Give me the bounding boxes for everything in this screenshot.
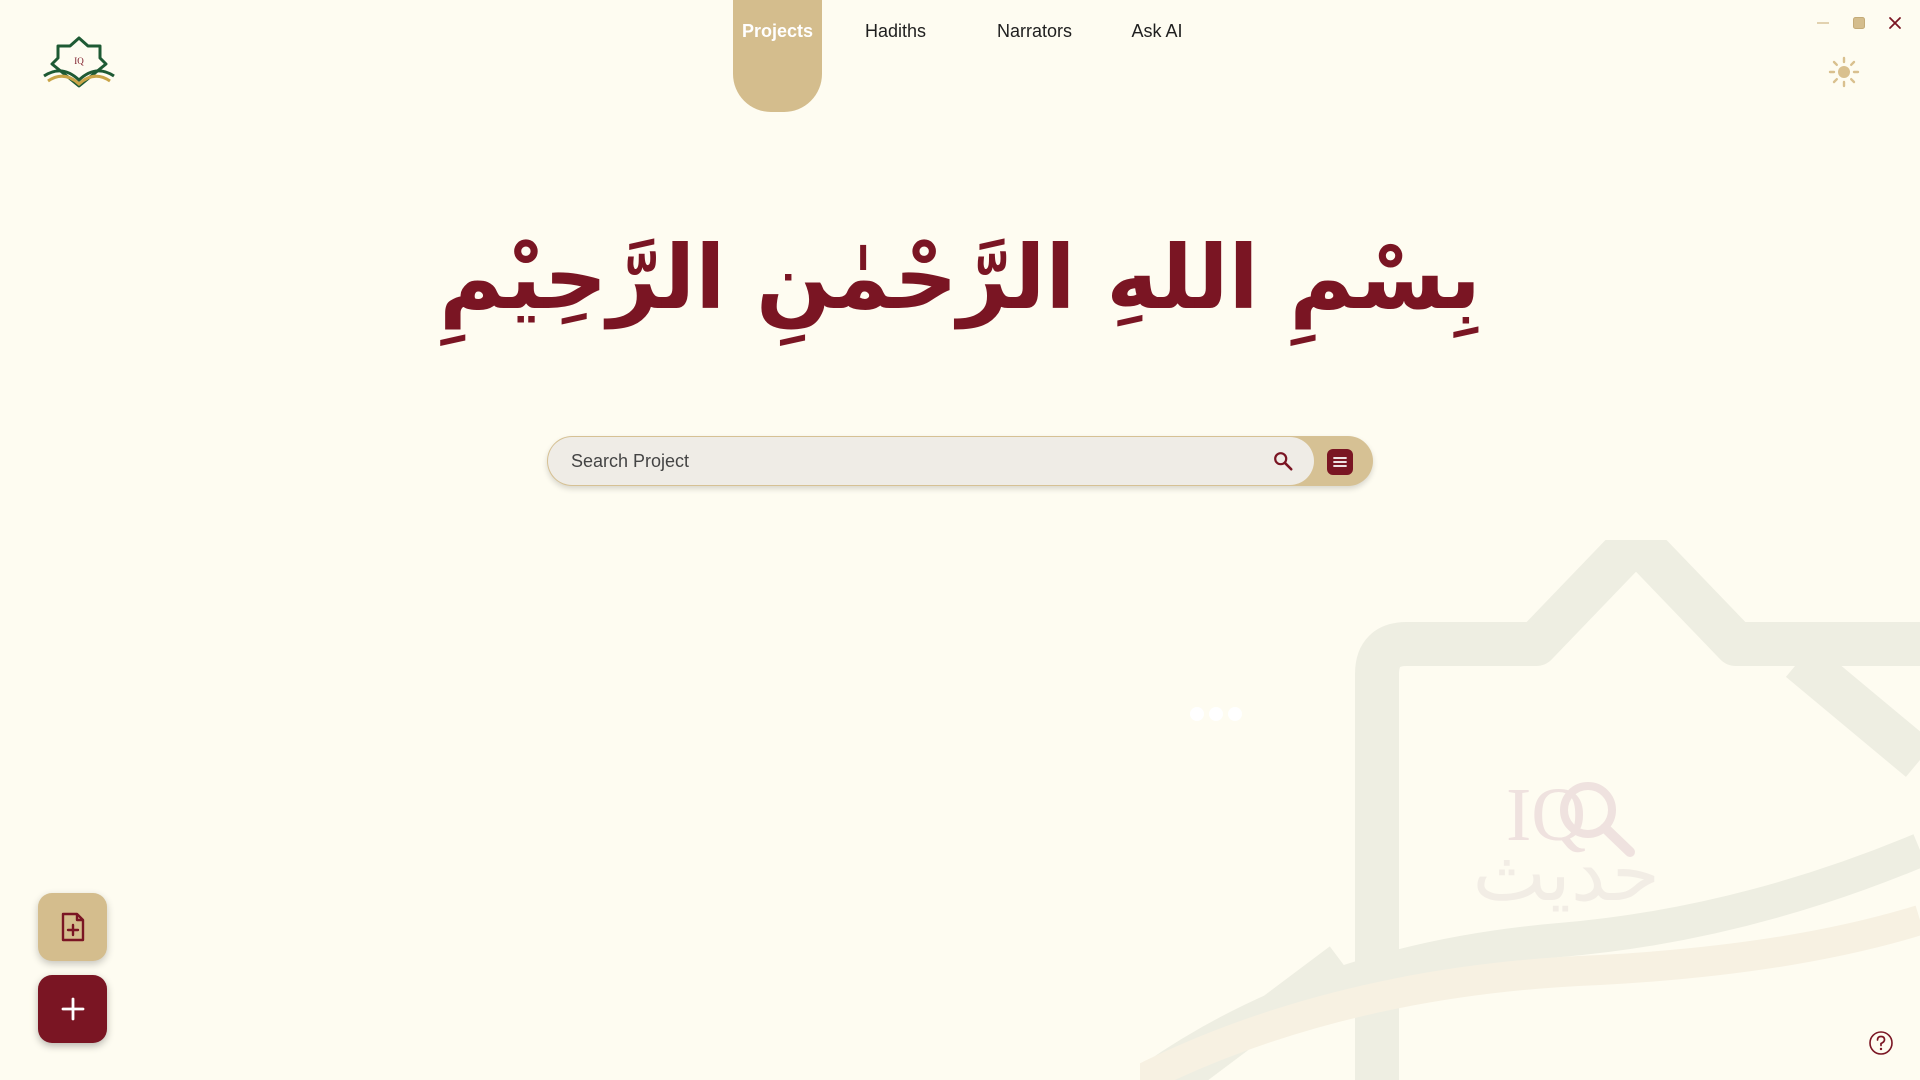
- window-controls: [1812, 12, 1906, 34]
- bismillah-heading: بِسْمِ اللهِ الرَّحْمٰنِ الرَّحِيْمِ: [439, 226, 1481, 329]
- watermark-arabic-text: حديث: [1473, 829, 1660, 919]
- close-icon[interactable]: [1884, 12, 1906, 34]
- main-nav: Projects Hadiths Narrators Ask AI: [733, 0, 1197, 112]
- add-project-button[interactable]: [38, 975, 107, 1043]
- search-icon[interactable]: [1272, 450, 1294, 472]
- new-file-button[interactable]: [38, 893, 107, 961]
- app-window: IQ حديث IQ Projects Hadiths Narrators As…: [0, 0, 1920, 1080]
- watermark-logo: IQ حديث: [1140, 540, 1920, 1080]
- tab-ask-ai[interactable]: Ask AI: [1117, 0, 1197, 112]
- plus-icon: [61, 997, 84, 1021]
- search-field: [548, 437, 1314, 485]
- tab-projects[interactable]: Projects: [733, 0, 822, 112]
- help-icon[interactable]: [1868, 1030, 1894, 1056]
- app-logo-icon[interactable]: IQ: [40, 36, 118, 90]
- search-input[interactable]: [569, 449, 1213, 473]
- sun-icon[interactable]: [1828, 56, 1860, 88]
- tab-narrators[interactable]: Narrators: [980, 0, 1089, 112]
- tab-hadiths[interactable]: Hadiths: [840, 0, 951, 112]
- svg-text:IQ: IQ: [74, 56, 84, 66]
- minimize-icon[interactable]: [1812, 12, 1834, 34]
- list-filter-icon[interactable]: [1327, 449, 1353, 475]
- maximize-icon[interactable]: [1848, 12, 1870, 34]
- search-bar: [547, 436, 1373, 486]
- file-plus-icon: [61, 912, 84, 942]
